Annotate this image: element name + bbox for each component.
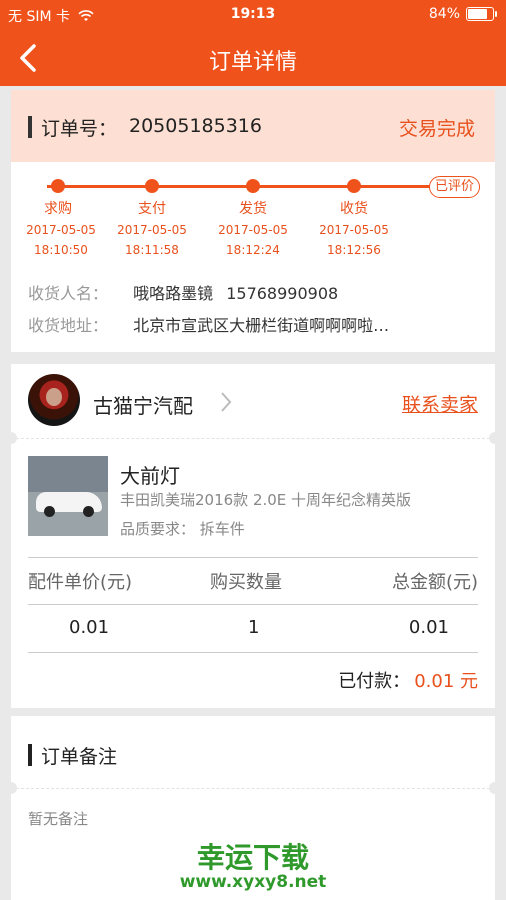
scalloped-edge	[11, 154, 495, 160]
order-number: 20505185316	[129, 115, 262, 137]
car-wheel	[44, 506, 55, 517]
receiver-name: 哦咯路墨镜	[133, 284, 214, 303]
quality-label: 品质要求：	[120, 520, 196, 538]
paid-label: 已付款：	[338, 671, 411, 692]
step-clock-2: 18:11:58	[125, 243, 179, 257]
divider	[11, 438, 495, 439]
receiver-phone: 15768990908	[226, 284, 339, 303]
chevron-right-icon[interactable]	[219, 390, 233, 414]
step-node-1	[51, 179, 65, 193]
step-clock-3: 18:12:24	[226, 243, 280, 257]
section-marker	[28, 116, 32, 138]
divider	[11, 788, 495, 789]
step-date-4: 2017-05-05	[319, 223, 389, 237]
product-card: 古猫宁汽配 联系卖家 大前灯 丰田凯美瑞2016款 2.0E 十周年纪念精英版 …	[5, 364, 501, 708]
header-quantity: 购买数量	[210, 572, 282, 593]
order-number-label: 订单号：	[41, 118, 118, 140]
receiver-row: 收货人名： 哦咯路墨镜 15768990908	[28, 280, 338, 304]
step-node-4	[347, 179, 361, 193]
step-label-2: 支付	[138, 201, 166, 217]
quality-value: 拆车件	[199, 520, 245, 538]
header-total: 总金额(元)	[391, 572, 478, 593]
car-wheel	[83, 506, 94, 517]
step-time-1: 2017-05-05 18:10:50	[11, 220, 111, 260]
cell-quantity: 1	[248, 617, 260, 638]
divider	[28, 604, 478, 605]
battery-fill	[468, 9, 487, 19]
ticket-notch-left	[5, 782, 17, 794]
step-label-4: 收货	[340, 201, 368, 217]
step-label-3: 发货	[239, 201, 267, 217]
paid-amount-row: 已付款： 0.01 元	[338, 667, 478, 693]
step-time-3: 2017-05-05 18:12:24	[203, 220, 303, 260]
status-bar: 无 SIM 卡 19:13 84%	[0, 0, 506, 30]
header-unit-price: 配件单价(元)	[28, 572, 133, 593]
battery-icon	[466, 7, 497, 21]
step-label-1: 求购	[44, 201, 72, 217]
step-node-2	[145, 179, 159, 193]
ticket-notch-right	[489, 782, 501, 794]
paid-amount: 0.01 元	[414, 671, 478, 692]
watermark-brand: 幸运下载	[196, 841, 309, 874]
address-label: 收货地址：	[28, 316, 109, 335]
receiver-label: 收货人名：	[28, 284, 109, 303]
step-clock-4: 18:12:56	[327, 243, 381, 257]
avatar-face	[46, 388, 62, 406]
step-clock-1: 18:10:50	[34, 243, 88, 257]
ticket-notch-left	[5, 432, 17, 444]
watermark-url: www.xyxy8.net	[179, 872, 327, 892]
cell-total: 0.01	[408, 617, 449, 638]
product-title: 大前灯	[120, 464, 180, 488]
battery-percent: 84%	[428, 6, 460, 22]
cell-unit-price: 0.01	[69, 617, 110, 638]
step-date-2: 2017-05-05	[117, 223, 187, 237]
battery-status: 84%	[428, 6, 497, 22]
step-time-2: 2017-05-05 18:11:58	[102, 220, 202, 260]
order-card: 订单号： 20505185316 交易完成 已评价 求购 支付 发货 收货 20…	[11, 90, 495, 352]
note-title: 订单备注	[41, 746, 118, 768]
nav-bar: 订单详情	[0, 30, 506, 86]
contact-seller-link[interactable]: 联系卖家	[402, 390, 478, 417]
product-thumbnail[interactable]	[28, 456, 108, 536]
step-date-1: 2017-05-05	[26, 223, 96, 237]
address-value: 北京市宣武区大栅栏街道啊啊啊啦…	[133, 316, 390, 335]
page-title: 订单详情	[208, 50, 297, 75]
note-empty-text: 暂无备注	[28, 810, 89, 828]
product-description: 丰田凯美瑞2016款 2.0E 十周年纪念精英版	[120, 491, 412, 509]
order-status: 交易完成	[398, 118, 475, 140]
address-row: 收货地址： 北京市宣武区大栅栏街道啊啊啊啦…	[28, 312, 389, 336]
step-date-3: 2017-05-05	[218, 223, 288, 237]
car-image	[36, 492, 102, 517]
step-rated-badge: 已评价	[429, 176, 481, 198]
step-time-4: 2017-05-05 18:12:56	[304, 220, 404, 260]
divider	[28, 652, 478, 653]
step-node-3	[246, 179, 260, 193]
avatar[interactable]	[28, 374, 80, 426]
quality-requirement: 品质要求： 拆车件	[120, 518, 245, 539]
divider	[28, 557, 478, 558]
ticket-notch-right	[489, 432, 501, 444]
shop-name[interactable]: 古猫宁汽配	[93, 390, 193, 419]
order-header: 订单号： 20505185316 交易完成	[11, 90, 495, 162]
section-marker	[28, 744, 32, 766]
